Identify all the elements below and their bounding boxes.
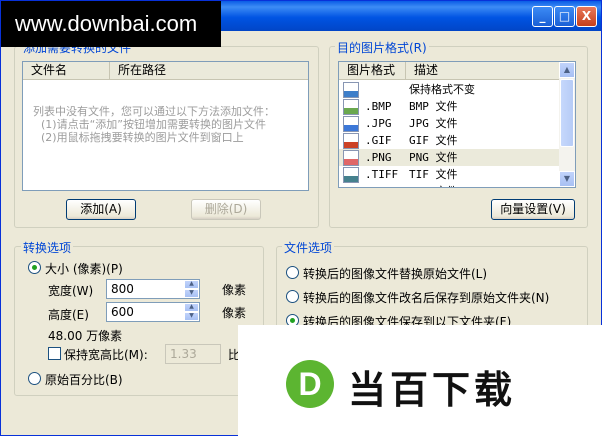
keep-format-icon <box>343 82 359 98</box>
percent-radio[interactable] <box>28 372 41 385</box>
format-row[interactable]: .PNG PNG 文件 <box>339 149 559 166</box>
tiff-file-icon <box>343 167 359 183</box>
format-description: JPG 文件 <box>409 117 458 130</box>
megapixel-readout: 48.00 万像素 <box>48 329 123 343</box>
jpg-file-icon <box>343 116 359 132</box>
brand-logo: D 当百下载 <box>238 325 602 436</box>
keep-ratio-label[interactable]: 保持宽高比(M): <box>64 346 148 363</box>
height-label: 高度(E) <box>48 308 89 322</box>
minimize-button[interactable]: _ <box>532 6 553 27</box>
format-name: .TIFF <box>365 168 399 181</box>
file-list[interactable]: 文件名 所在路径 列表中没有文件，您可以通过以下方法添加文件： (1)请点击“添… <box>22 61 309 191</box>
format-name: .TGA <box>365 183 392 187</box>
height-unit: 像素 <box>222 306 247 320</box>
format-description: PNG 文件 <box>409 151 458 164</box>
column-header-description[interactable]: 描述 <box>405 62 561 80</box>
vector-settings-button[interactable]: 向量设置(V) <box>491 199 575 220</box>
format-row[interactable]: .TIFF TIF 文件 <box>339 166 559 183</box>
format-name: .GIF <box>365 134 392 147</box>
scroll-down-icon[interactable]: ▼ <box>559 171 575 187</box>
size-radio[interactable] <box>28 261 41 274</box>
empty-hint-line: (2)用鼠标拖拽要转换的图片文件到窗口上 <box>41 131 244 144</box>
width-label: 宽度(W) <box>48 284 94 298</box>
replace-original-label[interactable]: 转换后的图像文件替换原始文件(L) <box>303 265 487 282</box>
format-name: .JPG <box>365 117 392 130</box>
rename-save-radio[interactable] <box>286 290 299 303</box>
file-options-title: 文件选项 <box>282 239 335 256</box>
format-description: BMP 文件 <box>409 100 458 113</box>
format-row[interactable]: .JPG JPG 文件 <box>339 115 559 132</box>
column-header-path[interactable]: 所在路径 <box>109 62 308 80</box>
watermark-banner: www.downbai.com <box>1 1 221 47</box>
replace-original-radio[interactable] <box>286 266 299 279</box>
format-row[interactable]: .BMP BMP 文件 <box>339 98 559 115</box>
format-name: .PNG <box>365 151 392 164</box>
format-description: TGA 文件 <box>409 183 458 187</box>
format-list[interactable]: 图片格式 描述 保持格式不变 .BMP BMP 文件 .JPG JPG 文件 .GIF GI… <box>338 61 576 188</box>
remove-button[interactable]: 删除(D) <box>191 199 261 220</box>
scroll-thumb[interactable] <box>560 79 574 147</box>
rename-save-label[interactable]: 转换后的图像文件改名后保存到原始文件夹(N) <box>303 289 549 306</box>
format-description: 保持格式不变 <box>409 83 475 96</box>
column-header-filename[interactable]: 文件名 <box>23 62 109 80</box>
format-list-scrollbar[interactable]: ▲ ▼ <box>559 62 575 187</box>
percent-radio-label[interactable]: 原始百分比(B) <box>45 371 123 388</box>
format-description: TIF 文件 <box>409 168 458 181</box>
brand-logo-text: 当百下载 <box>348 368 517 412</box>
width-unit: 像素 <box>222 283 247 297</box>
keep-ratio-checkbox[interactable] <box>48 347 61 360</box>
format-group-title: 目的图片格式(R) <box>335 39 429 56</box>
format-description: GIF 文件 <box>409 134 458 147</box>
brand-logo-mark: D <box>286 360 334 408</box>
png-file-icon <box>343 150 359 166</box>
size-radio-label[interactable]: 大小 (像素)(P) <box>45 260 123 277</box>
brand-logo-letter: D <box>298 366 322 402</box>
ratio-input[interactable]: 1.33 <box>165 344 221 364</box>
height-stepper[interactable]: ▲ ▼ <box>184 303 199 321</box>
format-name: .BMP <box>365 100 392 113</box>
scroll-up-icon[interactable]: ▲ <box>559 62 575 78</box>
column-header-format[interactable]: 图片格式 <box>339 62 405 80</box>
close-button[interactable]: X <box>576 6 597 27</box>
maximize-button[interactable]: □ <box>554 6 575 27</box>
bmp-file-icon <box>343 99 359 115</box>
width-stepper[interactable]: ▲ ▼ <box>184 280 199 298</box>
format-row[interactable]: .TGA TGA 文件 <box>339 183 559 187</box>
gif-file-icon <box>343 133 359 149</box>
format-row[interactable]: 保持格式不变 <box>339 81 559 98</box>
format-row[interactable]: .GIF GIF 文件 <box>339 132 559 149</box>
add-button[interactable]: 添加(A) <box>66 199 136 220</box>
convert-options-title: 转换选项 <box>21 239 74 256</box>
